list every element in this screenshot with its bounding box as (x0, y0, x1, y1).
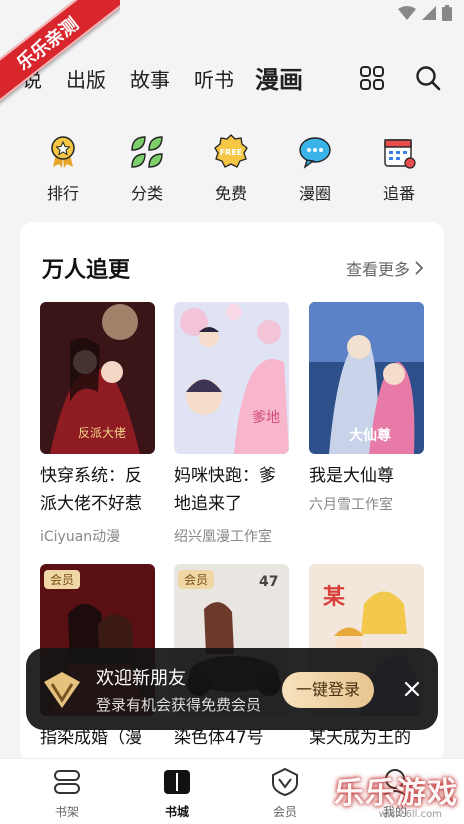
tab-audiobook[interactable]: 听书 (194, 64, 234, 93)
quick-rank[interactable]: 排行 (28, 134, 98, 204)
nav-bookstore-label: 书城 (164, 805, 189, 819)
grid-icon[interactable] (358, 64, 386, 92)
vip-logo-icon (44, 672, 80, 708)
cover-art-1: 反派大佬 (40, 302, 155, 454)
quick-category[interactable]: 分类 (112, 134, 182, 204)
quick-follow-label: 追番 (382, 184, 415, 203)
svg-text:大仙尊: 大仙尊 (349, 427, 391, 444)
wifi-icon (398, 6, 416, 20)
comic-title-1[interactable]: 快穿系统：反派大佬不好惹 (40, 462, 158, 518)
svg-text:反派大佬: 反派大佬 (78, 426, 126, 440)
vip-badge: 会员 (178, 570, 215, 589)
comic-author-3: 六月雪工作室 (309, 497, 393, 513)
comic-author-1: iCiyuan动漫 (40, 529, 121, 545)
bookshelf-icon (54, 770, 80, 794)
cover-art-3: 大仙尊 (309, 302, 424, 454)
tab-story[interactable]: 故事 (130, 64, 170, 93)
comic-cover-1[interactable]: 反派大佬 (40, 302, 155, 454)
chevron-right-icon (415, 261, 424, 275)
comic-cover-3[interactable]: 大仙尊 (309, 302, 424, 454)
svg-text:47: 47 (259, 574, 278, 590)
close-icon[interactable] (402, 679, 422, 699)
watermark-ribbon: 乐乐亲测 (0, 0, 120, 110)
toast-title: 欢迎新朋友 (96, 668, 186, 689)
login-toast: 欢迎新朋友 登录有机会获得免费会员 一键登录 (26, 648, 438, 730)
quick-rank-label: 排行 (46, 184, 79, 203)
see-more-link[interactable]: 查看更多 (346, 256, 424, 280)
svg-text:某: 某 (323, 584, 345, 610)
quick-follow[interactable]: 追番 (364, 134, 434, 204)
nav-bookshelf-label: 书架 (54, 805, 79, 819)
tab-comic[interactable]: 漫画 (255, 60, 303, 95)
calendar-icon (384, 139, 416, 169)
watermark-url: www.6ll.com (378, 809, 442, 820)
vip-badge: 会员 (44, 570, 81, 589)
quick-login-button[interactable]: 一键登录 (282, 672, 374, 708)
quick-circle-label: 漫圈 (298, 184, 331, 203)
quick-category-label: 分类 (130, 184, 163, 203)
vip-shield-icon (272, 767, 298, 797)
comic-title-3[interactable]: 我是大仙尊 (309, 462, 427, 490)
book-store-icon (164, 770, 190, 794)
signal-icon (422, 6, 436, 20)
comic-title-2[interactable]: 妈咪快跑：爹地追来了 (174, 462, 292, 518)
nav-vip-label: 会员 (272, 805, 297, 819)
see-more-label: 查看更多 (345, 260, 410, 279)
toast-subtitle: 登录有机会获得免费会员 (96, 696, 262, 714)
chat-bubble-icon (299, 137, 331, 169)
rank-medal-icon (51, 136, 75, 168)
cover-art-2: 爹地 (174, 302, 289, 454)
free-badge-icon: FREE (214, 134, 248, 168)
ribbon-text: 乐乐亲测 (0, 0, 120, 109)
svg-text:爹地: 爹地 (252, 410, 280, 426)
watermark-site: 乐乐游戏 (334, 776, 458, 811)
nav-bookshelf[interactable]: 书架 (32, 767, 102, 820)
svg-text:FREE: FREE (220, 148, 243, 157)
quick-free-label: 免费 (214, 184, 247, 203)
nav-bookstore[interactable]: 书城 (142, 767, 212, 820)
battery-icon (442, 5, 452, 21)
search-icon[interactable] (414, 64, 442, 92)
comic-cover-2[interactable]: 爹地 (174, 302, 289, 454)
category-leaves-icon (131, 136, 163, 168)
nav-vip[interactable]: 会员 (250, 767, 320, 820)
quick-circle[interactable]: 漫圈 (280, 134, 350, 204)
quick-free[interactable]: FREE 免费 (196, 134, 266, 204)
section-title: 万人追更 (42, 258, 131, 283)
comic-author-2: 绍兴凰漫工作室 (174, 529, 272, 545)
quick-entries: 排行 分类 FREE 免费 漫圈 追番 (0, 134, 464, 204)
